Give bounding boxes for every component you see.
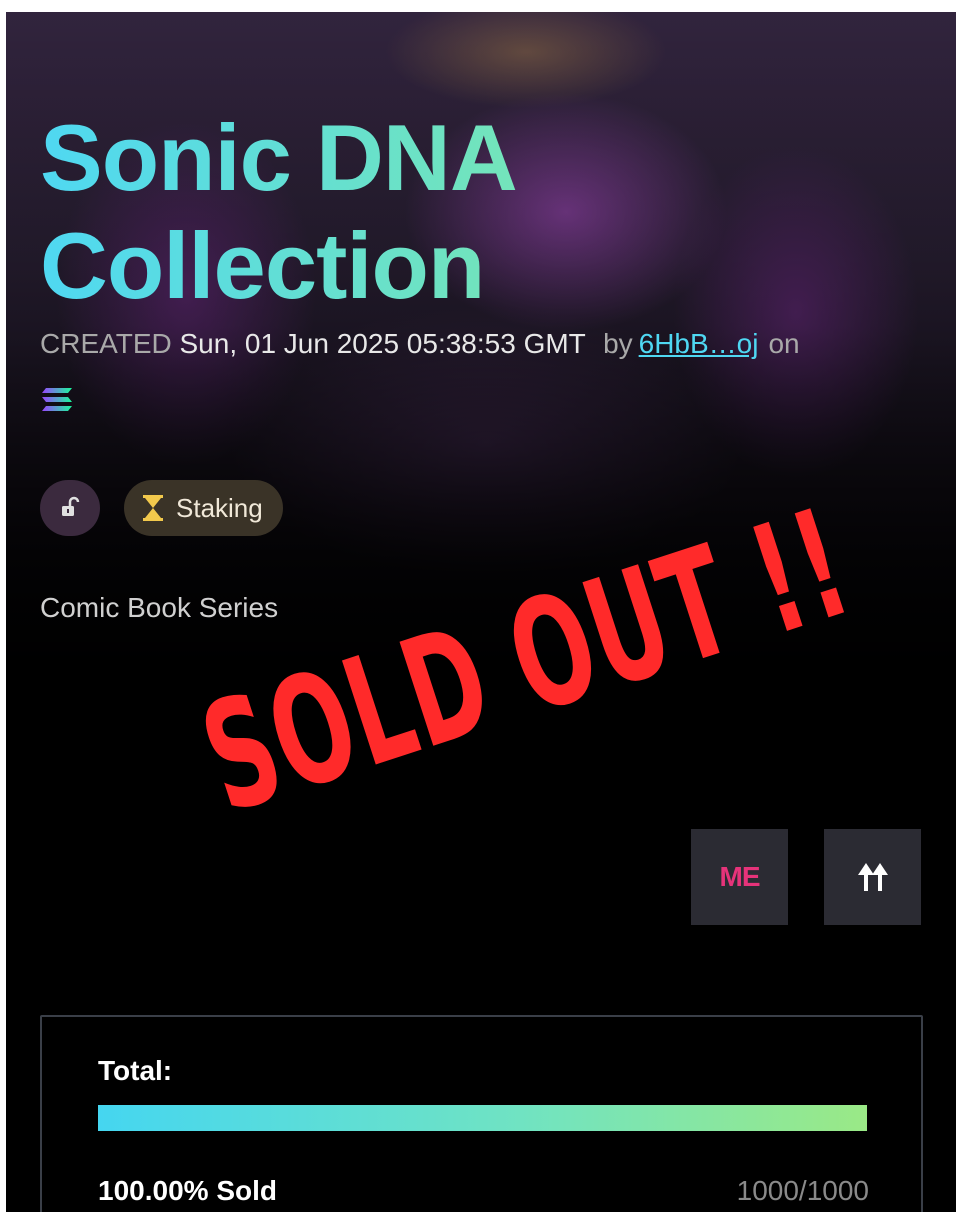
staking-badge: Staking: [124, 480, 283, 536]
staking-label: Staking: [176, 492, 263, 523]
title-line-1: Sonic DNA: [40, 105, 517, 210]
created-label: CREATED: [40, 328, 172, 359]
created-date: Sun, 01 Jun 2025 05:38:53 GMT: [179, 328, 586, 359]
solana-logo-icon: [42, 388, 72, 411]
title-line-2: Collection: [40, 213, 485, 318]
magic-eden-icon: ME: [719, 861, 761, 892]
unlock-button[interactable]: [40, 480, 100, 536]
by-label: by: [603, 328, 633, 359]
hourglass-icon: [143, 495, 163, 521]
sold-percent: 100.00% Sold: [98, 1175, 277, 1206]
supply-panel: Total: 100.00% Sold 1000/1000: [40, 1015, 923, 1212]
on-label: on: [768, 328, 800, 359]
sold-progress-fill: [98, 1105, 867, 1131]
sold-progress-bar: [98, 1105, 867, 1131]
sold-count: 1000/1000: [736, 1175, 869, 1206]
share-button[interactable]: [824, 829, 921, 925]
created-info: CREATED Sun, 01 Jun 2025 05:38:53 GMT by…: [40, 324, 920, 364]
creator-link[interactable]: 6HbB…oj: [639, 328, 759, 359]
unlock-icon: [62, 496, 80, 516]
collection-title: Sonic DNA Collection: [40, 104, 800, 320]
page-frame: Sonic DNA Collection CREATED Sun, 01 Jun…: [6, 12, 956, 1212]
magic-eden-button[interactable]: ME: [691, 829, 788, 925]
total-label: Total:: [98, 1055, 173, 1086]
arrows-up-icon: [857, 863, 888, 891]
